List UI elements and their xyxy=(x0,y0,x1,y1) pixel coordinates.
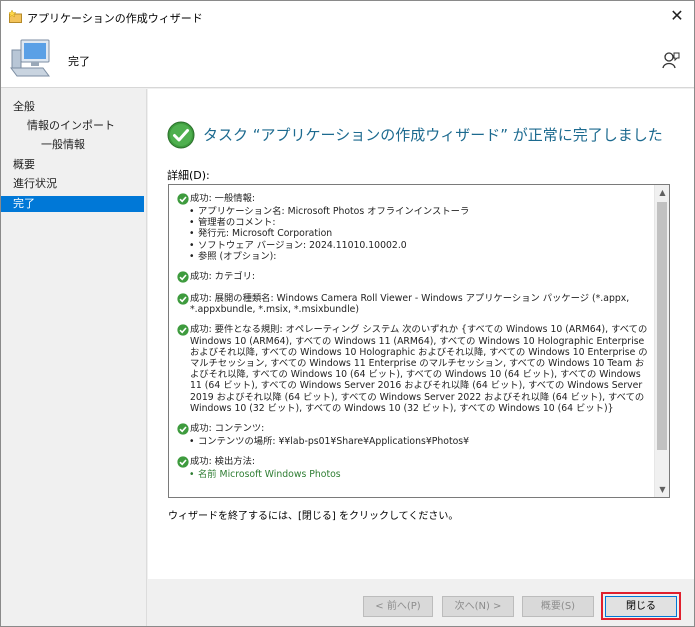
nav-item-general[interactable]: 全般 xyxy=(1,99,144,115)
close-button-highlight xyxy=(601,592,681,620)
section-head-general: 成功: 一般情報: xyxy=(190,193,256,204)
section-general: 成功: 一般情報: アプリケーション名: Microsoft Photos オフ… xyxy=(177,193,649,262)
section-head-content: 成功: コンテンツ: xyxy=(190,423,265,435)
details-content: 成功: 一般情報: アプリケーション名: Microsoft Photos オフ… xyxy=(169,185,655,497)
details-textbox[interactable]: 成功: 一般情報: アプリケーション名: Microsoft Photos オフ… xyxy=(168,184,670,498)
nav-item-completion[interactable]: 完了 xyxy=(1,196,144,212)
nav-item-import-info[interactable]: 情報のインポート xyxy=(1,118,144,134)
wizard-nav: 全般 情報のインポート 一般情報 概要 進行状況 完了 xyxy=(1,89,147,626)
title-bar: アプリケーションの作成ウィザード ✕ xyxy=(1,1,694,32)
scroll-up-arrow-icon[interactable]: ▲ xyxy=(655,185,669,200)
scroll-down-arrow-icon[interactable]: ▼ xyxy=(655,482,669,497)
prev-button[interactable]: < 前へ(P) xyxy=(363,596,433,617)
detail-line: 発行元: Microsoft Corporation xyxy=(189,228,649,239)
summary-button[interactable]: 概要(S) xyxy=(522,596,594,617)
success-check-icon xyxy=(177,324,189,337)
details-label: 詳細(D): xyxy=(167,169,210,182)
wizard-app-icon xyxy=(9,10,22,23)
next-button[interactable]: 次へ(N) > xyxy=(442,596,514,617)
detail-line: アプリケーション名: Microsoft Photos オフラインインストーラ xyxy=(189,206,649,217)
nav-item-progress[interactable]: 進行状況 xyxy=(1,176,144,192)
section-head-requirements: 成功: 要件となる規則: xyxy=(190,324,283,336)
page-title: 完了 xyxy=(68,55,90,68)
wizard-header: 完了 xyxy=(1,32,694,88)
section-head-detection: 成功: 検出方法: xyxy=(190,456,256,468)
detail-line: コンテンツの場所: ¥¥lab-ps01¥Share¥Applications¥… xyxy=(189,436,649,447)
details-scrollbar[interactable]: ▲ ▼ xyxy=(654,185,669,497)
section-head-deployment: 成功: 展開の種類名: Windows Camera Roll Viewer -… xyxy=(190,293,630,316)
detail-line: 参照 (オプション): xyxy=(189,251,649,262)
completion-status-text: タスク “アプリケーションの作成ウィザード” が正常に完了しました xyxy=(203,126,663,144)
main-content: タスク “アプリケーションの作成ウィザード” が正常に完了しました 詳細(D):… xyxy=(148,89,694,579)
close-window-button[interactable]: ✕ xyxy=(665,5,689,27)
detail-line: ソフトウェア バージョン: 2024.11010.10002.0 xyxy=(189,240,649,251)
scroll-thumb[interactable] xyxy=(657,202,667,450)
window-title: アプリケーションの作成ウィザード xyxy=(27,12,203,25)
close-hint-text: ウィザードを終了するには、[閉じる] をクリックしてください。 xyxy=(168,511,459,522)
computer-icon xyxy=(10,39,50,77)
success-check-icon xyxy=(177,456,189,468)
section-detection: 成功: 検出方法: 名前 Microsoft Windows Photos xyxy=(177,456,649,481)
section-deployment-type: 成功: 展開の種類名: Windows Camera Roll Viewer -… xyxy=(177,293,649,315)
wizard-window: アプリケーションの作成ウィザード ✕ 完了 全般 情報のインポート 一般情報 概… xyxy=(0,0,695,627)
section-head-category: 成功: カテゴリ: xyxy=(190,271,256,283)
nav-item-general-info[interactable]: 一般情報 xyxy=(1,137,144,153)
requirements-text: オペレーティング システム 次のいずれか {すべての Windows 10 (A… xyxy=(190,324,648,414)
detail-line: 名前 Microsoft Windows Photos xyxy=(189,469,649,480)
success-check-icon xyxy=(177,271,189,283)
section-content: 成功: コンテンツ: コンテンツの場所: ¥¥lab-ps01¥Share¥Ap… xyxy=(177,423,649,447)
person-help-icon[interactable] xyxy=(661,50,681,70)
section-category: 成功: カテゴリ: xyxy=(177,271,649,284)
section-requirements: 成功: 要件となる規則: オペレーティング システム 次のいずれか {すべての … xyxy=(177,324,649,414)
success-check-icon xyxy=(177,193,189,205)
success-check-icon xyxy=(177,423,189,435)
success-check-icon xyxy=(177,293,189,305)
success-check-icon xyxy=(167,121,195,149)
nav-item-summary[interactable]: 概要 xyxy=(1,157,144,173)
detail-line: 管理者のコメント: xyxy=(189,217,649,228)
